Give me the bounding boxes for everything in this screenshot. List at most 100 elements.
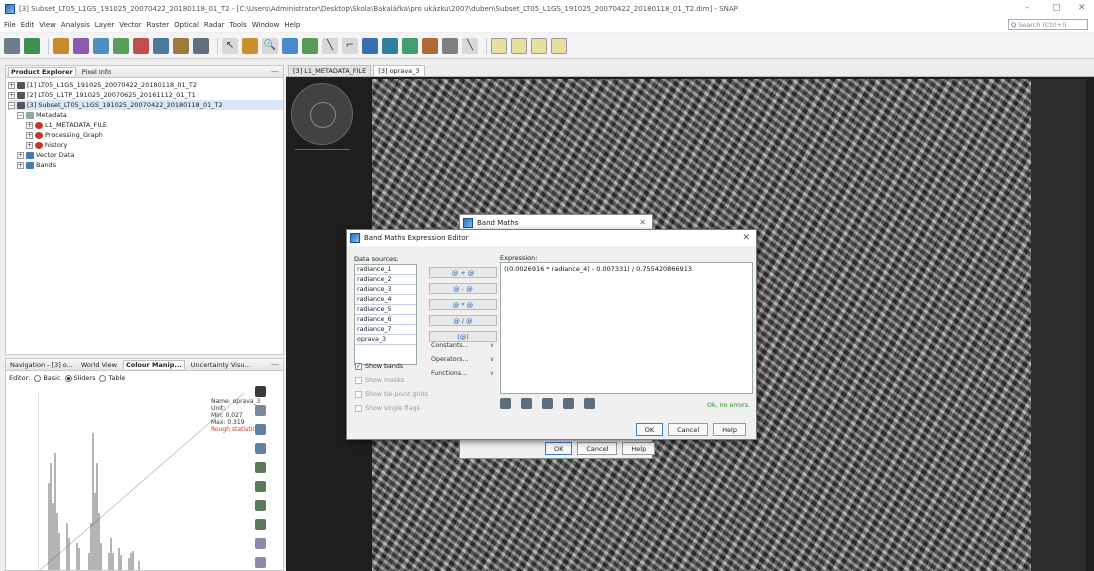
tab-pixel-info[interactable]: Pixel Info [80,68,113,76]
pin-tool-icon[interactable] [282,37,298,54]
menu-optical[interactable]: Optical [174,21,199,29]
radio-table[interactable] [99,374,107,382]
undo-icon[interactable] [542,398,553,409]
close-icon[interactable]: ✕ [742,233,750,243]
show-bands-checkbox[interactable]: ✓ Show bands [355,363,403,370]
reset-icon[interactable] [255,386,266,397]
operators-dropdown[interactable]: Operators... ∨ [429,354,497,365]
collapse-icon[interactable]: − [17,111,24,119]
expand-icon[interactable]: + [17,151,24,159]
line-tool-icon[interactable]: ╲ [322,37,338,54]
divide-operator-button[interactable]: @ / @ [429,315,497,326]
save-product-icon[interactable] [24,37,40,54]
menu-raster[interactable]: Raster [147,21,170,29]
grid-icon[interactable] [193,37,209,54]
select-tool-icon[interactable]: ↖ [222,37,238,54]
expand-icon[interactable]: + [8,91,15,99]
tab-colour-manipulation[interactable]: Colour Manip... [123,360,185,369]
tree-item-bands[interactable]: + Bands [8,160,283,170]
menu-radar[interactable]: Radar [204,21,225,29]
cancel-button[interactable]: Cancel [668,423,709,436]
zoom-out-icon[interactable] [255,481,266,492]
close-button[interactable]: ✕ [1078,3,1086,13]
menu-vector[interactable]: Vector [119,21,141,29]
gcp-tool-icon[interactable] [302,37,318,54]
subtract-operator-button[interactable]: @ - @ [429,283,497,294]
search-input[interactable]: Q Search (Ctrl+I) [1008,19,1088,30]
tree-item-product-2[interactable]: + [2] LT05_L1TP_191025_20070625_20161112… [8,90,283,100]
help-button[interactable]: Help [713,423,746,436]
magic-wand-icon[interactable] [382,37,398,54]
source-radiance-5[interactable]: radiance_5 [355,305,416,315]
tab-product-explorer[interactable]: Product Explorer [8,67,76,76]
expand-icon[interactable]: + [26,121,33,129]
show-single-flags-checkbox[interactable]: Show single flags [355,405,420,412]
polyline-tool-icon[interactable]: ⌐ [342,37,358,54]
select-all-icon[interactable] [500,398,511,409]
ok-button[interactable]: OK [545,442,573,455]
tile-single-icon[interactable] [551,37,567,54]
zoom-in-icon[interactable] [255,462,266,473]
cancel-button[interactable]: Cancel [577,442,618,455]
tab-oprava-3[interactable]: [3] oprava_3 [373,65,425,76]
expand-icon[interactable]: + [26,141,33,149]
tree-item-product-1[interactable]: + [1] LT05_L1GS_191025_20070422_20180118… [8,80,283,90]
menu-layer[interactable]: Layer [95,21,115,29]
tile-vertical-icon[interactable] [531,37,547,54]
history-icon[interactable] [584,398,595,409]
add-operator-button[interactable]: @ + @ [429,267,497,278]
multiply-operator-button[interactable]: @ * @ [429,299,497,310]
tree-item-history[interactable]: + history [8,140,283,150]
menu-file[interactable]: File [4,21,16,29]
menu-view[interactable]: View [39,21,56,29]
tree-item-processing-graph[interactable]: + Processing_Graph [8,130,283,140]
source-oprava-3[interactable]: oprava_3 [355,335,416,345]
ellipse-tool-icon[interactable] [442,37,458,54]
maximize-button[interactable]: ▢ [1052,3,1061,13]
import-icon[interactable] [255,405,266,416]
rectangle-tool-icon[interactable] [362,37,378,54]
range-finder-icon[interactable] [173,37,189,54]
ok-button[interactable]: OK [635,423,664,436]
menu-help[interactable]: Help [284,21,300,29]
band-maths-icon[interactable] [53,37,69,54]
menu-window[interactable]: Window [252,21,280,29]
more-options-icon[interactable] [255,557,266,568]
menu-edit[interactable]: Edit [21,21,35,29]
tree-item-metadata[interactable]: − Metadata [8,110,283,120]
source-radiance-2[interactable]: radiance_2 [355,275,416,285]
graph-builder-icon[interactable] [93,37,109,54]
source-radiance-7[interactable]: radiance_7 [355,325,416,335]
open-product-icon[interactable] [4,37,20,54]
show-masks-checkbox[interactable]: Show masks [355,377,404,384]
constants-dropdown[interactable]: Constants... ∨ [429,340,497,351]
minimize-button[interactable]: – [1025,3,1030,13]
expand-icon[interactable]: + [17,161,24,169]
zoom-tool-icon[interactable]: 🔍 [262,37,278,54]
log-scale-icon[interactable] [255,538,266,549]
draw-line-icon[interactable]: ╲ [462,37,478,54]
expand-icon[interactable]: + [8,81,15,89]
percent-icon[interactable] [255,443,266,454]
close-icon[interactable]: ✕ [639,218,646,227]
minimize-panel-icon[interactable]: — [271,360,279,369]
tab-l1-metadata-file[interactable]: [3] L1_METADATA_FILE [288,65,372,76]
source-radiance-1[interactable]: radiance_1 [355,265,416,275]
menu-tools[interactable]: Tools [230,21,247,29]
expand-icon[interactable]: + [26,131,33,139]
zoom-horizontal-icon[interactable] [255,519,266,530]
tile-evenly-icon[interactable] [491,37,507,54]
collapse-icon[interactable]: − [8,101,15,109]
zoom-slider[interactable] [295,149,350,150]
menu-analysis[interactable]: Analysis [61,21,90,29]
radio-basic[interactable] [34,374,42,382]
tree-item-l1-metadata-file[interactable]: + L1_METADATA_FILE [8,120,283,130]
polygon-tool-icon[interactable] [422,37,438,54]
tree-item-product-3[interactable]: − [3] Subset_LT05_L1GS_191025_20070422_2… [8,100,283,110]
source-radiance-6[interactable]: radiance_6 [355,315,416,325]
filter-band-icon[interactable] [73,37,89,54]
show-tie-point-grids-checkbox[interactable]: Show tie-point grids [355,391,428,398]
pan-tool-icon[interactable] [242,37,258,54]
tab-navigation[interactable]: Navigation - [3] o... [8,361,75,369]
tab-uncertainty-visualisation[interactable]: Uncertainty Visu... [189,361,253,369]
